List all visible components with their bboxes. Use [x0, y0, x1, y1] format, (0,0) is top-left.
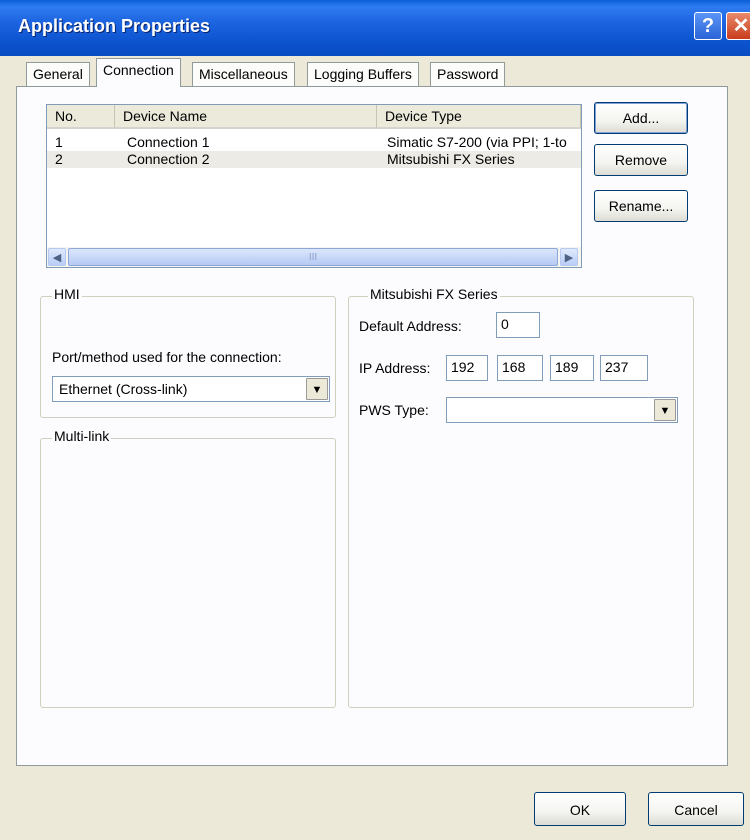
hmi-group-label: HMI: [52, 286, 82, 302]
ok-button[interactable]: OK: [534, 792, 626, 826]
table-row[interactable]: 2 Connection 2 Mitsubishi FX Series: [47, 151, 581, 168]
ip-octet-2-input[interactable]: 168: [497, 355, 543, 381]
chevron-down-icon[interactable]: ▼: [654, 399, 676, 421]
ip-octet-1-input[interactable]: 192: [446, 355, 488, 381]
row-no: 1: [55, 134, 63, 150]
port-method-value: Ethernet (Cross-link): [59, 381, 188, 397]
multilink-group: [40, 438, 336, 708]
remove-button[interactable]: Remove: [594, 144, 688, 176]
column-header-device-type[interactable]: Device Type: [377, 105, 581, 129]
scroll-right-icon[interactable]: ▶: [560, 248, 578, 266]
multilink-group-label: Multi-link: [52, 428, 112, 444]
tab-connection[interactable]: Connection: [96, 58, 181, 87]
row-device-name: Connection 2: [127, 151, 210, 167]
row-no: 2: [55, 151, 63, 167]
tab-password[interactable]: Password: [430, 62, 506, 86]
column-header-no[interactable]: No.: [47, 105, 115, 129]
horizontal-scrollbar[interactable]: ◀ III ▶: [47, 247, 581, 267]
scroll-thumb[interactable]: III: [68, 248, 558, 266]
row-device-type: Mitsubishi FX Series: [387, 151, 515, 167]
row-device-name: Connection 1: [127, 134, 210, 150]
rename-button[interactable]: Rename...: [594, 190, 688, 222]
ip-address-label: IP Address:: [359, 360, 431, 376]
column-header-device-name[interactable]: Device Name: [115, 105, 377, 129]
close-button[interactable]: ✕: [726, 12, 750, 40]
chevron-down-icon[interactable]: ▼: [306, 378, 328, 400]
window-title: Application Properties: [18, 16, 211, 36]
scroll-grip: III: [308, 252, 318, 263]
scroll-left-icon[interactable]: ◀: [48, 248, 66, 266]
ip-octet-4-input[interactable]: 237: [600, 355, 648, 381]
default-address-input[interactable]: 0: [496, 312, 540, 338]
table-row[interactable]: 1 Connection 1 Simatic S7-200 (via PPI; …: [47, 134, 581, 151]
port-method-label: Port/method used for the connection:: [52, 349, 282, 365]
tab-miscellaneous[interactable]: Miscellaneous: [192, 62, 295, 86]
tab-logging-buffers[interactable]: Logging Buffers: [307, 62, 419, 86]
tab-general[interactable]: General: [26, 62, 90, 86]
help-button[interactable]: ?: [694, 12, 722, 40]
row-device-type: Simatic S7-200 (via PPI; 1-to: [387, 134, 567, 150]
add-button[interactable]: Add...: [594, 102, 688, 134]
connection-list[interactable]: No. Device Name Device Type 1 Connection…: [46, 104, 582, 268]
default-address-label: Default Address:: [359, 318, 462, 334]
port-method-select[interactable]: Ethernet (Cross-link) ▼: [52, 376, 330, 402]
cancel-button[interactable]: Cancel: [648, 792, 744, 826]
ip-octet-3-input[interactable]: 189: [550, 355, 594, 381]
pws-type-label: PWS Type:: [359, 402, 429, 418]
pws-type-select[interactable]: ▼: [446, 397, 678, 423]
device-group-label: Mitsubishi FX Series: [368, 286, 500, 302]
